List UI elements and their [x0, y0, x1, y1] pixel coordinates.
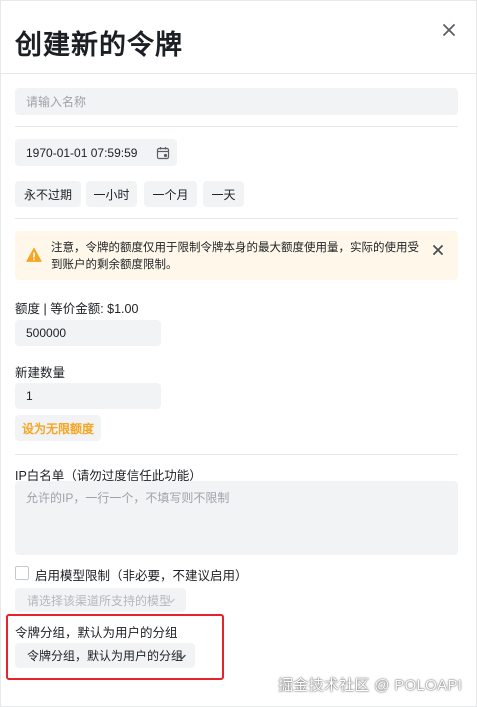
- close-icon[interactable]: [431, 243, 445, 257]
- token-name-input[interactable]: 请输入名称: [15, 88, 458, 115]
- set-unlimited-quota-button[interactable]: 设为无限额度: [15, 415, 101, 441]
- section-divider: [15, 218, 458, 219]
- model-limit-checkbox[interactable]: [15, 566, 29, 580]
- one-day-button[interactable]: 一天: [203, 181, 244, 207]
- watermark: 掘金技术社区 @ POLOAPI: [278, 677, 463, 694]
- count-value: 1: [26, 389, 33, 403]
- warning-icon: [26, 247, 42, 263]
- ip-whitelist-textarea[interactable]: 允许的IP，一行一个，不填写则不限制: [15, 481, 458, 555]
- modal-title: 创建新的令牌: [15, 30, 183, 60]
- chevron-down-icon: [177, 651, 187, 661]
- count-input[interactable]: 1: [15, 383, 161, 409]
- token-name-placeholder: 请输入名称: [26, 95, 87, 109]
- close-icon[interactable]: [439, 20, 459, 40]
- header-divider: [1, 73, 477, 74]
- quota-value: 500000: [26, 326, 67, 340]
- section-divider: [15, 454, 458, 455]
- count-label: 新建数量: [15, 366, 66, 380]
- ip-whitelist-placeholder: 允许的IP，一行一个，不填写则不限制: [26, 491, 230, 505]
- warning-text: 注意，令牌的额度仅用于限制令牌本身的最大额度使用量，实际的使用受到账户的剩余额度…: [51, 242, 419, 271]
- one-month-button[interactable]: 一个月: [144, 181, 197, 207]
- group-select[interactable]: 令牌分组，默认为用户的分组: [15, 643, 195, 668]
- expiry-date-input[interactable]: 1970-01-01 07:59:59: [15, 139, 177, 166]
- calendar-icon[interactable]: [156, 146, 170, 160]
- warning-banner: 注意，令牌的额度仅用于限制令牌本身的最大额度使用量，实际的使用受到账户的剩余额度…: [15, 231, 458, 280]
- never-expire-button[interactable]: 永不过期: [15, 181, 81, 207]
- chevron-down-icon: [166, 595, 176, 605]
- model-select-placeholder: 请选择该渠道所支持的模型: [27, 593, 172, 608]
- group-label: 令牌分组，默认为用户的分组: [15, 626, 178, 640]
- expiry-date-value: 1970-01-01 07:59:59: [26, 145, 138, 160]
- group-select-value: 令牌分组，默认为用户的分组: [27, 649, 184, 663]
- section-divider: [15, 126, 458, 127]
- model-limit-label: 启用模型限制（非必要，不建议启用）: [35, 569, 248, 583]
- quota-label: 额度 | 等价金额: $1.00: [15, 302, 139, 316]
- model-select[interactable]: 请选择该渠道所支持的模型: [15, 588, 186, 612]
- quota-input[interactable]: 500000: [15, 320, 161, 346]
- create-token-modal: 创建新的令牌 请输入名称 1970-01-01 07:59:59 永不过期 一小…: [0, 0, 477, 707]
- one-hour-button[interactable]: 一小时: [86, 181, 137, 207]
